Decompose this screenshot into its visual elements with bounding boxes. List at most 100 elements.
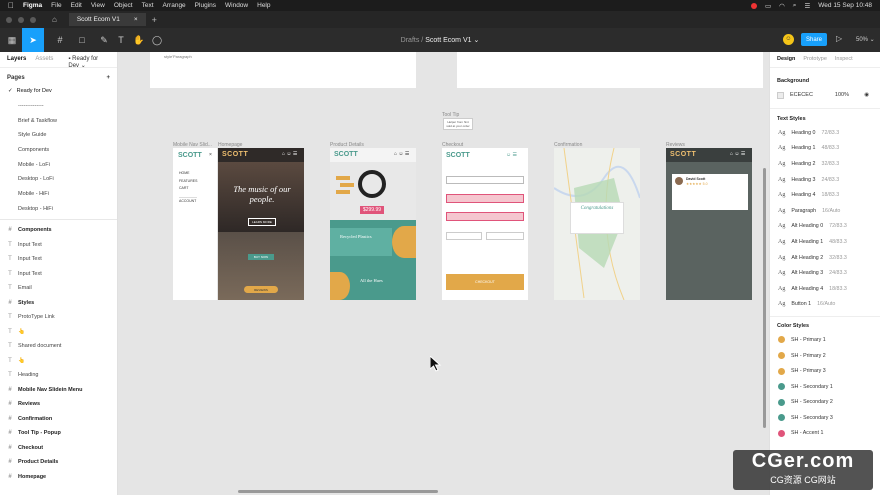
home-nav-icons[interactable]: ⌂ ☺ ☰ [282, 151, 297, 157]
page-item[interactable]: Desktop - LoFi [0, 172, 117, 187]
background-hex[interactable]: ECECEC [790, 92, 813, 98]
layer-item[interactable]: T 👆 [0, 325, 117, 340]
text-style-item[interactable]: Ag Heading 1 48/83.3 [770, 141, 880, 157]
text-style-item[interactable]: Ag Heading 3 24/83.3 [770, 172, 880, 188]
color-swatch-1[interactable] [336, 176, 350, 180]
page-item[interactable]: Mobile - LoFi [0, 157, 117, 172]
layer-item[interactable]: # Styles [0, 296, 117, 311]
home-icon[interactable]: ⌂ [52, 15, 57, 24]
frame-product[interactable]: SCOTT ⌂ ☺ ☰ $299.99 Recycled Plastics Al… [330, 148, 416, 300]
close-window-button[interactable] [6, 16, 12, 23]
nav-item-home[interactable]: HOME [179, 170, 197, 178]
frame-checkout[interactable]: SCOTT ☺ ☰ CHECKOUT [442, 148, 528, 300]
avatar[interactable]: ☺ [783, 34, 794, 45]
menu-window[interactable]: Window [225, 2, 248, 9]
horizontal-scrollbar[interactable] [238, 490, 438, 493]
layer-item[interactable]: T 👆 [0, 354, 117, 369]
present-icon[interactable]: ▷ [836, 34, 842, 43]
frame-top-right[interactable] [457, 52, 763, 88]
nav-close-icon[interactable]: × [209, 152, 212, 158]
page-item[interactable]: Components [0, 143, 117, 158]
vertical-scrollbar[interactable] [763, 168, 766, 428]
file-path[interactable]: Drafts / Scott Ecom V1 ⌄ [0, 36, 880, 44]
layer-item[interactable]: T Shared document [0, 339, 117, 354]
background-opacity[interactable]: 100% [835, 92, 849, 98]
menu-help[interactable]: Help [257, 2, 270, 9]
product-nav-icons[interactable]: ⌂ ☺ ☰ [394, 151, 409, 157]
color-swatch-2[interactable] [340, 183, 354, 187]
layer-item[interactable]: T Heading [0, 368, 117, 383]
apple-icon[interactable]:  [8, 1, 14, 10]
menu-object[interactable]: Object [114, 2, 133, 9]
text-style-item[interactable]: Ag Heading 4 18/83.3 [770, 187, 880, 203]
text-style-item[interactable]: Ag Paragraph 16/Auto [770, 203, 880, 219]
search-icon[interactable]: ⌕ [793, 2, 797, 10]
checkout-button[interactable]: CHECKOUT [446, 274, 524, 290]
reviews-nav-icons[interactable]: ⌂ ☺ ☰ [730, 151, 745, 157]
nav-item-account[interactable]: ACCOUNT [179, 198, 197, 206]
layer-item[interactable]: # Components [0, 223, 117, 238]
checkout-card-field[interactable] [446, 212, 524, 221]
layer-item[interactable]: # Homepage [0, 470, 117, 485]
tab-design[interactable]: Design [777, 56, 795, 63]
page-item[interactable]: Mobile - HiFi [0, 187, 117, 202]
color-style-item[interactable]: SH - Secondary 1 [770, 379, 880, 395]
tab-page-select[interactable]: ▪ Ready for Dev ⌄ [68, 56, 110, 69]
tab-scott-ecom[interactable]: Scott Ecom V1 × [68, 13, 146, 26]
layer-item[interactable]: T Input Text [0, 238, 117, 253]
tab-layers[interactable]: Layers [7, 56, 26, 63]
layer-item[interactable]: T Input Text [0, 267, 117, 282]
text-style-item[interactable]: Ag Heading 0 72/83.3 [770, 125, 880, 141]
page-item-current[interactable]: ✓ Ready for Dev [0, 84, 117, 99]
buy-now-button[interactable]: BUY NOW [248, 254, 274, 260]
frame-mobile-nav[interactable]: SCOTT × HOME FEATURES CART ACCOUNT [173, 148, 217, 300]
checkout-nav-icons[interactable]: ☺ ☰ [506, 152, 517, 158]
layer-item[interactable]: T Email [0, 281, 117, 296]
wifi-icon[interactable]: ◠ [779, 2, 785, 10]
layer-item[interactable]: T ProtoType Link [0, 310, 117, 325]
layer-item[interactable]: # Checkout [0, 441, 117, 456]
text-style-item[interactable]: Ag Alt Heading 0 72/83.3 [770, 219, 880, 235]
reviews-button[interactable]: REVIEWS [244, 286, 278, 293]
menu-arrange[interactable]: Arrange [163, 2, 186, 9]
zoom-window-button[interactable] [30, 16, 36, 23]
zoom-level[interactable]: 50% ⌄ [856, 36, 875, 43]
close-icon[interactable]: × [134, 16, 138, 23]
new-tab-button[interactable]: + [152, 15, 157, 25]
layer-item[interactable]: # Product Details [0, 455, 117, 470]
eye-icon[interactable]: ◉ [864, 92, 873, 98]
menu-text[interactable]: Text [142, 2, 154, 9]
checkout-email-field[interactable] [446, 176, 524, 184]
tab-inspect[interactable]: Inspect [835, 56, 853, 63]
drafts-link[interactable]: Drafts [401, 37, 420, 44]
checkout-cvc-field[interactable] [486, 232, 524, 240]
menubar-clock[interactable]: Wed 15 Sep 10:48 [818, 2, 872, 9]
color-style-item[interactable]: SH - Primary 1 [770, 332, 880, 348]
color-style-item[interactable]: SH - Secondary 3 [770, 410, 880, 426]
menu-plugins[interactable]: Plugins [195, 2, 216, 9]
frame-homepage[interactable]: SCOTT ⌂ ☺ ☰ The music of our people. LEA… [218, 148, 304, 300]
checkout-expiry-field[interactable] [446, 232, 482, 240]
color-swatch-3[interactable] [336, 190, 350, 194]
color-style-item[interactable]: SH - Accent 1 [770, 426, 880, 442]
frame-confirmation[interactable]: Congratulations [554, 148, 640, 300]
menu-app-name[interactable]: Figma [23, 2, 42, 9]
minimize-window-button[interactable] [18, 16, 24, 23]
text-style-item[interactable]: Ag Alt Heading 1 48/83.3 [770, 234, 880, 250]
learn-more-button[interactable]: LEARN MORE [248, 218, 276, 226]
add-page-icon[interactable]: + [106, 75, 110, 81]
text-style-item[interactable]: Ag Alt Heading 3 24/83.3 [770, 265, 880, 281]
text-style-item[interactable]: Ag Alt Heading 4 18/83.3 [770, 281, 880, 297]
tab-prototype[interactable]: Prototype [803, 56, 827, 63]
background-swatch[interactable] [777, 91, 784, 99]
battery-icon[interactable]: ▭ [765, 2, 771, 10]
record-icon[interactable] [750, 2, 757, 9]
control-center-icon[interactable]: ☰ [804, 2, 810, 10]
page-item[interactable]: Desktop - HiFi [0, 202, 117, 217]
page-item[interactable]: -------------- [0, 99, 117, 114]
color-style-item[interactable]: SH - Primary 3 [770, 363, 880, 379]
checkout-name-field[interactable] [446, 194, 524, 203]
text-style-item[interactable]: Ag Heading 2 32/83.3 [770, 156, 880, 172]
nav-item-cart[interactable]: CART [179, 185, 197, 193]
page-item[interactable]: Brief & Taskflow [0, 113, 117, 128]
